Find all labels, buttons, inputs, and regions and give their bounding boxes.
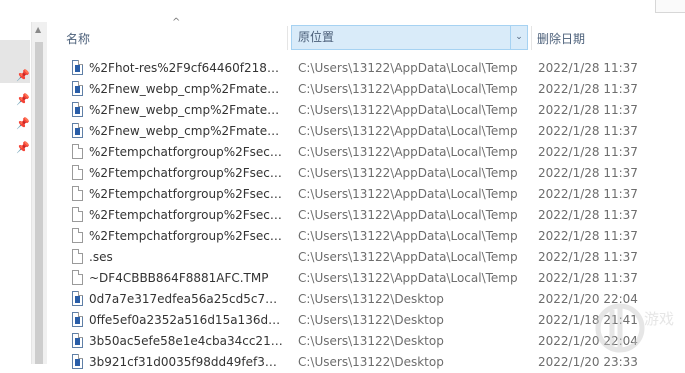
- column-header-deleted-date[interactable]: 删除日期: [537, 28, 585, 50]
- blank-file-icon: [72, 207, 83, 222]
- file-row[interactable]: %2Fhot-res%2F9cf64460f21820... C:\Users\1…: [0, 58, 685, 79]
- image-file-icon: [72, 102, 83, 117]
- column-header-location-label: 原位置: [298, 30, 335, 44]
- file-deleted-date: 2022/1/28 11:37: [538, 61, 638, 75]
- file-row[interactable]: 3b50ac5efe58e1e4cba34cc21ee... C:\Users\1…: [0, 331, 685, 352]
- file-name: %2Ftempchatforgroup%2Fsecu...: [89, 187, 284, 201]
- file-row[interactable]: 0ffe5ef0a2352a516d15a136dab... C:\Users\1…: [0, 310, 685, 331]
- blank-file-icon: [72, 270, 83, 285]
- file-name: %2Ftempchatforgroup%2Fsecu...: [89, 229, 284, 243]
- file-row[interactable]: %2Ftempchatforgroup%2Fsecu... C:\Users\13…: [0, 142, 685, 163]
- file-original-location: C:\Users\13122\AppData\Local\Temp: [298, 229, 518, 243]
- file-name: 0ffe5ef0a2352a516d15a136dab...: [89, 313, 284, 327]
- file-original-location: C:\Users\13122\AppData\Local\Temp: [298, 145, 518, 159]
- file-name: 3b921cf31d0035f98dd49fef336...: [89, 355, 284, 369]
- image-file-icon: [72, 333, 83, 348]
- file-name: 0d7a7e317edfea56a25cd5c7e2...: [89, 292, 284, 306]
- sort-ascending-icon: ^: [172, 17, 181, 28]
- file-row[interactable]: %2Fnew_webp_cmp%2Fmaterial... C:\Users\13…: [0, 79, 685, 100]
- file-original-location: C:\Users\13122\AppData\Local\Temp: [298, 82, 518, 96]
- file-row[interactable]: %2Ftempchatforgroup%2Fsecu... C:\Users\13…: [0, 163, 685, 184]
- blank-file-icon: [72, 249, 83, 264]
- blank-file-icon: [72, 165, 83, 180]
- column-divider[interactable]: [531, 26, 532, 50]
- file-name: %2Ftempchatforgroup%2Fsecu...: [89, 145, 284, 159]
- file-name: %2Fnew_webp_cmp%2Fmaterial...: [89, 82, 284, 96]
- file-name: %2Fnew_webp_cmp%2Fmaterial...: [89, 103, 284, 117]
- file-name: %2Ftempchatforgroup%2Fsecu...: [89, 208, 284, 222]
- blank-file-icon: [72, 144, 83, 159]
- file-original-location: C:\Users\13122\AppData\Local\Temp: [298, 187, 518, 201]
- file-name: %2Ftempchatforgroup%2Fsecu...: [89, 166, 284, 180]
- file-row[interactable]: 0d7a7e317edfea56a25cd5c7e2... C:\Users\13…: [0, 289, 685, 310]
- chevron-down-icon[interactable]: ⌄: [510, 26, 527, 49]
- file-original-location: C:\Users\13122\AppData\Local\Temp: [298, 103, 518, 117]
- window-control-button[interactable]: [655, 0, 685, 13]
- file-name: ~DF4CBBB864F8881AFC.TMP: [89, 271, 269, 285]
- file-original-location: C:\Users\13122\Desktop: [298, 334, 444, 348]
- image-file-icon: [72, 123, 83, 138]
- file-deleted-date: 2022/1/28 11:37: [538, 250, 638, 264]
- image-file-icon: [72, 291, 83, 306]
- file-name: %2Fhot-res%2F9cf64460f21820...: [89, 61, 284, 75]
- blank-file-icon: [72, 228, 83, 243]
- column-divider[interactable]: [287, 26, 288, 50]
- image-file-icon: [72, 354, 83, 369]
- file-name: %2Fnew_webp_cmp%2Fmaterial...: [89, 124, 284, 138]
- file-row[interactable]: .ses C:\Users\13122\AppData\Local\Temp 202…: [0, 247, 685, 268]
- file-deleted-date: 2022/1/28 11:37: [538, 103, 638, 117]
- file-deleted-date: 2022/1/28 11:37: [538, 187, 638, 201]
- svg-text:游戏: 游戏: [644, 310, 674, 328]
- file-original-location: C:\Users\13122\AppData\Local\Temp: [298, 271, 518, 285]
- file-row[interactable]: %2Ftempchatforgroup%2Fsecu... C:\Users\13…: [0, 205, 685, 226]
- file-row[interactable]: ~DF4CBBB864F8881AFC.TMP C:\Users\13122\Ap…: [0, 268, 685, 289]
- file-original-location: C:\Users\13122\AppData\Local\Temp: [298, 208, 518, 222]
- file-deleted-date: 2022/1/28 11:37: [538, 145, 638, 159]
- file-name: .ses: [89, 250, 113, 264]
- file-row[interactable]: %2Ftempchatforgroup%2Fsecu... C:\Users\13…: [0, 226, 685, 247]
- file-original-location: C:\Users\13122\AppData\Local\Temp: [298, 61, 518, 75]
- file-deleted-date: 2022/1/28 11:37: [538, 208, 638, 222]
- file-row[interactable]: %2Fnew_webp_cmp%2Fmaterial... C:\Users\13…: [0, 121, 685, 142]
- file-name: 3b50ac5efe58e1e4cba34cc21ee...: [89, 334, 284, 348]
- file-deleted-date: 2022/1/28 11:37: [538, 166, 638, 180]
- file-deleted-date: 2022/1/28 11:37: [538, 271, 638, 285]
- file-deleted-date: 2022/1/28 11:37: [538, 82, 638, 96]
- file-original-location: C:\Users\13122\Desktop: [298, 292, 444, 306]
- column-header-name[interactable]: 名称: [66, 28, 90, 50]
- file-original-location: C:\Users\13122\Desktop: [298, 313, 444, 327]
- watermark-logo-icon: 游戏: [595, 303, 674, 353]
- file-deleted-date: 2022/1/28 11:37: [538, 229, 638, 243]
- file-original-location: C:\Users\13122\AppData\Local\Temp: [298, 124, 518, 138]
- image-file-icon: [72, 60, 83, 75]
- file-row[interactable]: 3b921cf31d0035f98dd49fef336... C:\Users\1…: [0, 352, 685, 373]
- file-row[interactable]: %2Fnew_webp_cmp%2Fmaterial... C:\Users\13…: [0, 100, 685, 121]
- blank-file-icon: [72, 186, 83, 201]
- file-original-location: C:\Users\13122\AppData\Local\Temp: [298, 250, 518, 264]
- image-file-icon: [72, 312, 83, 327]
- column-header-location[interactable]: 原位置 ⌄: [291, 25, 528, 50]
- scroll-up-arrow-icon[interactable]: ▲: [35, 25, 41, 34]
- file-deleted-date: 2022/1/28 11:37: [538, 124, 638, 138]
- image-file-icon: [72, 81, 83, 96]
- window-top-strip: [0, 0, 685, 18]
- file-original-location: C:\Users\13122\Desktop: [298, 355, 444, 369]
- file-row[interactable]: %2Ftempchatforgroup%2Fsecu... C:\Users\13…: [0, 184, 685, 205]
- file-original-location: C:\Users\13122\AppData\Local\Temp: [298, 166, 518, 180]
